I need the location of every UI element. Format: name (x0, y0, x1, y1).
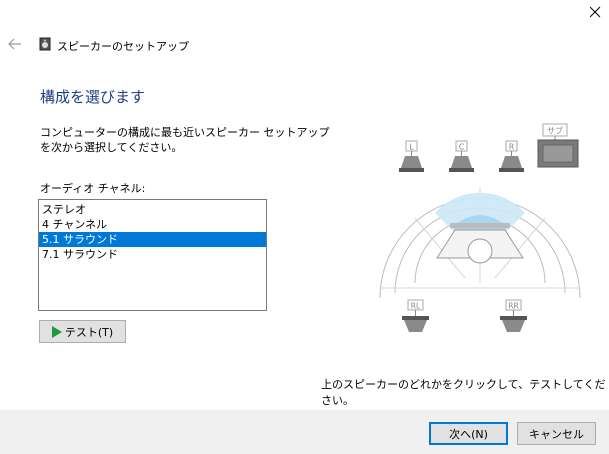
next-button[interactable]: 次へ(N) (429, 422, 508, 445)
speaker-rr-label: RR (508, 302, 518, 311)
cancel-button[interactable]: キャンセル (517, 422, 596, 445)
speaker-center[interactable]: C (449, 140, 474, 172)
speaker-app-icon (39, 37, 51, 51)
speaker-center-label: C (459, 143, 465, 152)
audio-channel-listbox[interactable]: ステレオ 4 チャンネル 5.1 サラウンド 7.1 サラウンド (38, 199, 267, 311)
list-item-stereo[interactable]: ステレオ (39, 202, 266, 217)
speaker-diagram: L C R サブ RL RR (379, 123, 581, 332)
speaker-rear-left[interactable]: RL (402, 299, 429, 332)
play-icon (51, 325, 62, 338)
speaker-sub-label: サブ (547, 126, 563, 136)
audio-channel-label: オーディオ チャネル: (40, 182, 146, 195)
back-arrow-icon[interactable] (8, 37, 22, 51)
speaker-left-label: L (409, 143, 414, 152)
speaker-right[interactable]: R (499, 140, 524, 172)
window-title: スピーカーのセットアップ (57, 40, 189, 53)
instructions-text: コンピューターの構成に最も近いスピーカー セットアップを次から選択してください。 (40, 126, 330, 154)
speaker-rl-label: RL (411, 302, 421, 311)
test-button-label: テスト(T) (64, 325, 114, 339)
list-item-5-1-surround[interactable]: 5.1 サラウンド (39, 232, 266, 247)
close-icon[interactable] (586, 3, 604, 21)
hint-text: 上のスピーカーのどれかをクリックして、テストしてください。 (321, 378, 606, 407)
speaker-rear-right[interactable]: RR (500, 299, 527, 332)
speaker-left[interactable]: L (399, 140, 424, 172)
speaker-right-label: R (509, 143, 515, 152)
list-item-4ch[interactable]: 4 チャンネル (39, 217, 266, 232)
list-item-7-1-surround[interactable]: 7.1 サラウンド (39, 247, 266, 262)
test-button[interactable]: テスト(T) (39, 320, 126, 343)
speaker-subwoofer[interactable]: サブ (537, 123, 579, 168)
page-title: 構成を選びます (40, 88, 146, 106)
